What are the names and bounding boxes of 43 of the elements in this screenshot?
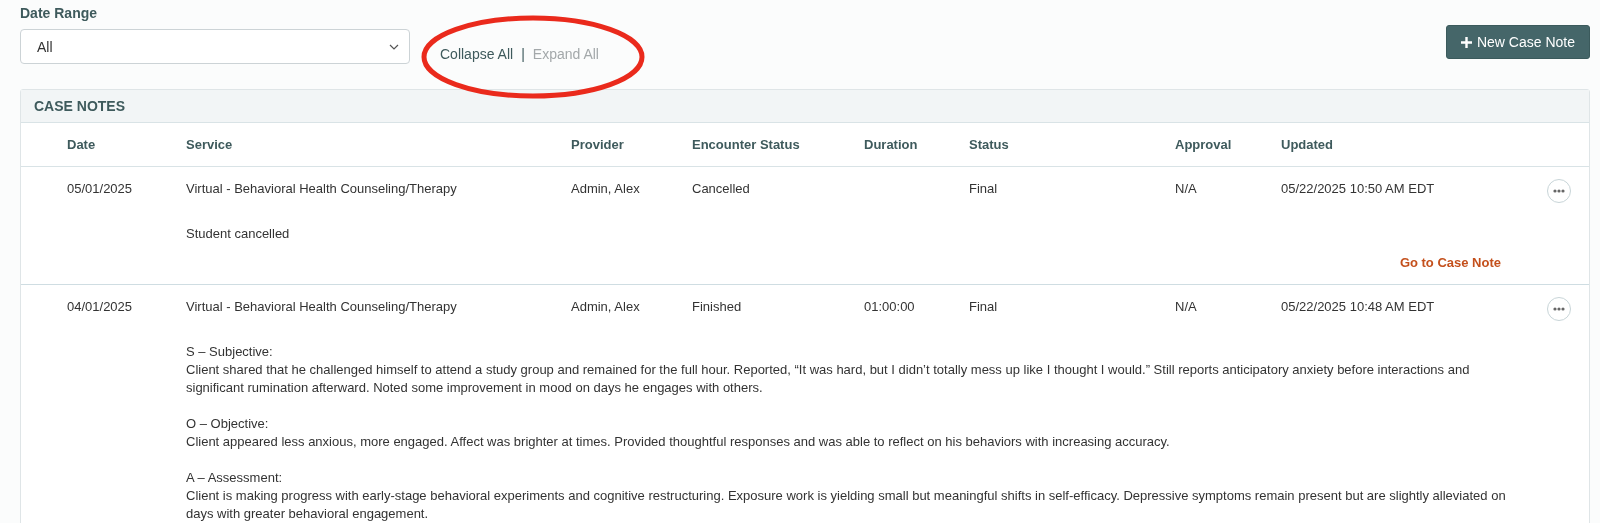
more-icon [1553, 189, 1565, 193]
note-text: Client shared that he challenged himself to attend a study group and remained for the full hour. Reported, “It was hard, but I didn’t totally mess up like I thought I would.” Still reports anticipatory anxiety before interactions and significant rumination afterward. Noted some improvement in mood on days he engages with others. [186, 361, 1471, 397]
link-separator: | [521, 46, 525, 62]
table-cell: N/A [1175, 299, 1197, 314]
column-header: Encounter Status [692, 137, 801, 152]
column-header: Approval [1175, 137, 1233, 152]
table-cell: 04/01/2025 [67, 299, 133, 314]
column-header: Provider [571, 137, 625, 152]
note-heading: S – Subjective: [186, 343, 274, 361]
date-range-label: Date Range [20, 5, 99, 21]
panel-title: CASE NOTES [34, 98, 125, 114]
new-case-note-button[interactable]: New Case Note [1445, 25, 1590, 59]
note-text: Client appeared less anxious, more engaged. Affect was brighter at times. Provided thoughtful responses and was able to reflect on his behaviors with increasing accuracy. [186, 433, 1171, 451]
column-header: Updated [1281, 137, 1334, 152]
view-toggle-link[interactable]: Collapse All [440, 46, 514, 62]
table-cell: Admin, Alex [571, 299, 640, 314]
table-cell: 05/01/2025 [67, 181, 133, 196]
column-header: Service [186, 137, 234, 152]
note-text: Student cancelled [186, 225, 291, 243]
table-cell: Final [969, 299, 998, 314]
more-icon [1553, 307, 1565, 311]
column-header: Date [67, 137, 97, 152]
table-cell: Virtual - Behavioral Health Counseling/Therapy [186, 299, 457, 314]
table-cell: 01:00:00 [864, 299, 915, 314]
note-heading: O – Objective: [186, 415, 270, 433]
column-header: Status [969, 137, 1010, 152]
chevron-down-icon [389, 43, 399, 50]
table-cell: Admin, Alex [571, 181, 640, 196]
table-cell: 05/22/2025 10:50 AM EDT [1281, 181, 1435, 196]
more-options-button[interactable] [1547, 179, 1571, 203]
note-text: Client is making progress with early-stage behavioral experiments and cognitive restructuring. Exposure work is yielding small but meaningful shifts in self-efficacy. Depressive symptoms remain present but are slightly alleviated on days with greater behavioral engagement. [186, 487, 1507, 523]
date-range-dropdown[interactable]: All [20, 29, 410, 64]
go-to-case-note-link[interactable]: Go to Case Note [1399, 255, 1501, 270]
column-header: Duration [864, 137, 919, 152]
table-cell: Final [969, 181, 998, 196]
table-cell: N/A [1175, 181, 1197, 196]
table-cell: Finished [692, 299, 742, 314]
table-cell: Cancelled [692, 181, 750, 196]
table-cell: 05/22/2025 10:48 AM EDT [1281, 299, 1435, 314]
more-options-button[interactable] [1547, 297, 1571, 321]
plus-icon [1460, 36, 1472, 48]
table-cell: Virtual - Behavioral Health Counseling/Therapy [186, 181, 457, 196]
note-heading: A – Assessment: [186, 469, 284, 487]
